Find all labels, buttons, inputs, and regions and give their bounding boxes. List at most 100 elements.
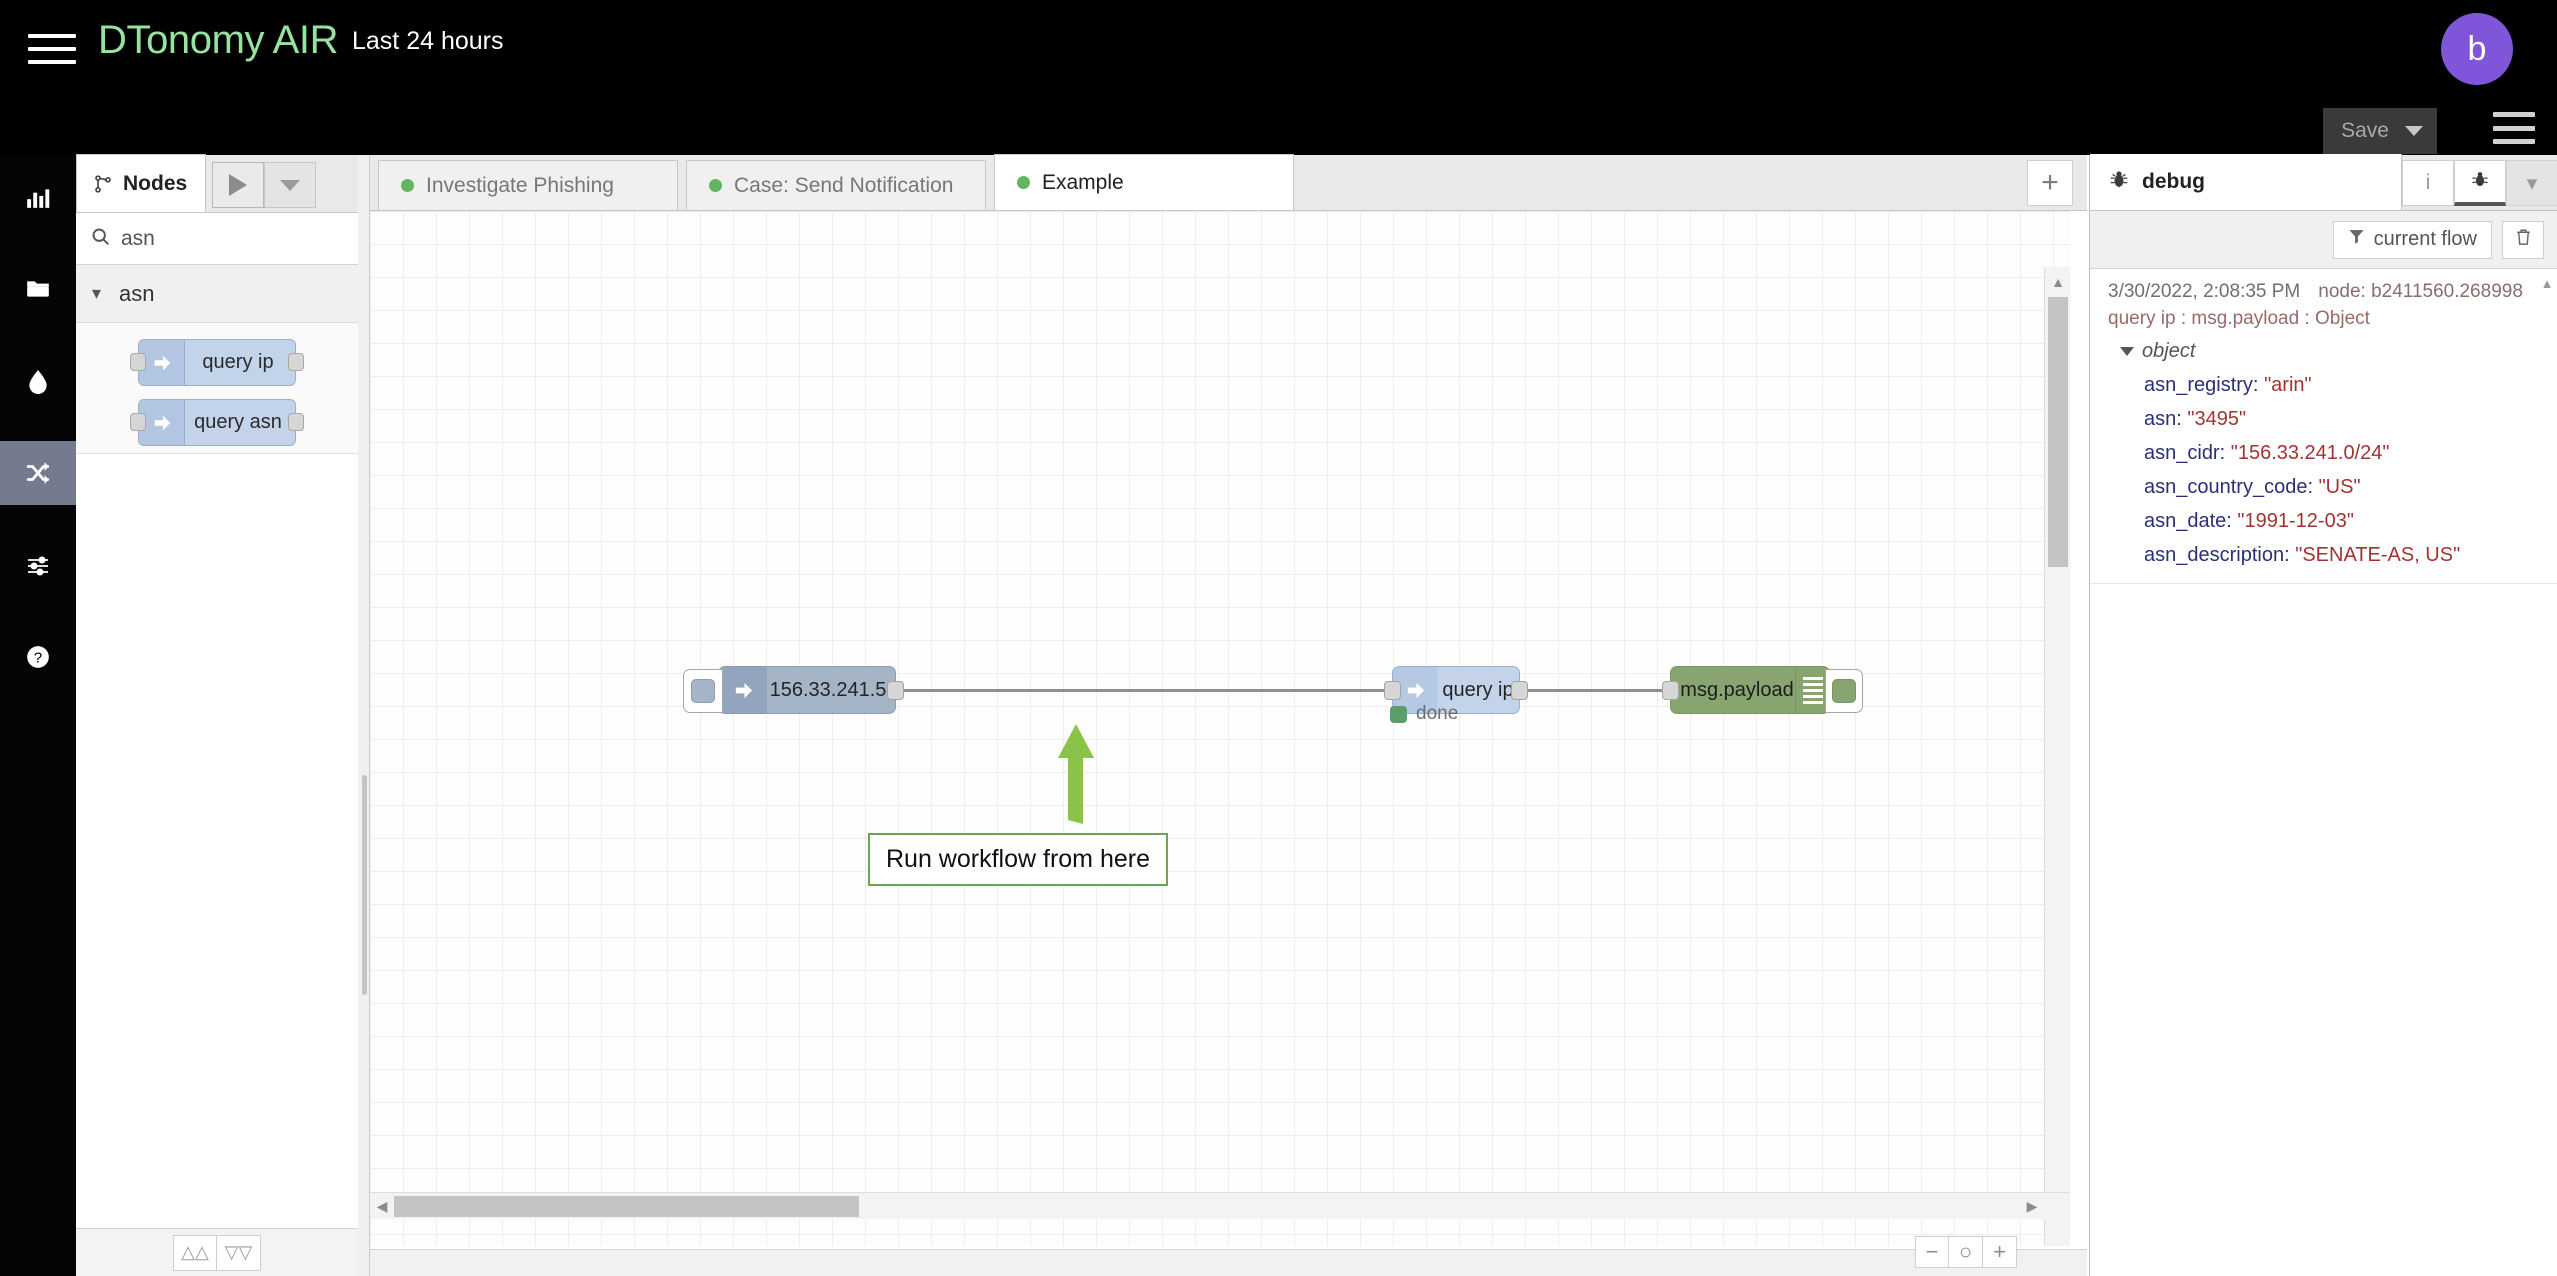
- debug-property-key: asn_registry:: [2144, 374, 2259, 396]
- palette-node-query-asn[interactable]: query asn: [130, 399, 304, 446]
- search-input[interactable]: [121, 226, 392, 251]
- shuffle-icon: [23, 460, 53, 486]
- debug-lines-icon: [1795, 667, 1829, 713]
- debug-property-key: asn_date:: [2144, 510, 2232, 532]
- node-input-port[interactable]: [1662, 681, 1679, 700]
- app-brand-title: DTonomy AIR: [98, 18, 339, 62]
- palette-category-asn[interactable]: ▾ asn: [76, 265, 358, 323]
- chevron-down-icon: [280, 179, 301, 191]
- debug-property: asn_registry: "arin": [2144, 374, 2540, 397]
- filter-current-flow-button[interactable]: current flow: [2332, 220, 2492, 259]
- palette-resize-handle[interactable]: [358, 155, 370, 1276]
- filter-label: current flow: [2373, 228, 2477, 250]
- tab-example[interactable]: Example: [994, 154, 1294, 210]
- sidebar-item-cases[interactable]: [0, 257, 76, 321]
- sidebar-item-insights[interactable]: [0, 349, 76, 413]
- status-dot-icon: [1017, 176, 1030, 189]
- sidebar-item-dashboard[interactable]: [0, 165, 76, 229]
- debug-property-value: "US": [2318, 476, 2361, 498]
- debug-timestamp: 3/30/2022, 2:08:35 PM: [2108, 281, 2301, 302]
- debug-message[interactable]: ▲ 3/30/2022, 2:08:35 PM node: b2411560.2…: [2090, 269, 2557, 584]
- user-avatar[interactable]: b: [2441, 13, 2513, 85]
- debug-property-key: asn_cidr:: [2144, 442, 2226, 464]
- scroll-left-icon[interactable]: ◀: [370, 1193, 394, 1220]
- tab-case-send-notification[interactable]: Case: Send Notification: [686, 160, 986, 210]
- flow-canvas[interactable]: 156.33.241.5 query ip done msg.payload R…: [370, 211, 2070, 1246]
- debug-node-id: node: b2411560.268998: [2318, 281, 2523, 302]
- scroll-right-icon[interactable]: ▶: [2020, 1193, 2044, 1220]
- sidebar-item-settings[interactable]: [0, 533, 76, 597]
- scroll-up-icon[interactable]: ▲: [2045, 269, 2070, 295]
- save-button-label: Save: [2341, 119, 2389, 142]
- node-output-port[interactable]: [887, 681, 904, 700]
- bug-icon: [2108, 168, 2130, 196]
- sidebar-info-button[interactable]: i: [2402, 160, 2454, 206]
- debug-toggle-icon[interactable]: [1825, 669, 1863, 713]
- deploy-options-button[interactable]: [264, 162, 317, 208]
- zoom-out-button[interactable]: −: [1915, 1236, 1949, 1268]
- search-icon: [90, 226, 111, 252]
- palette-search-row: ✕: [76, 213, 414, 265]
- zoom-reset-button[interactable]: ○: [1949, 1236, 1983, 1268]
- chevron-down-icon: ▾: [92, 283, 102, 303]
- scrollbar-thumb[interactable]: [394, 1196, 859, 1217]
- wire-queryip-to-debug: [1522, 689, 1672, 692]
- canvas-footer: − ○ +: [370, 1236, 2087, 1276]
- sidebar-item-help[interactable]: ?: [0, 625, 76, 689]
- flow-node-label: query ip: [1442, 678, 1514, 701]
- trash-icon: [2514, 227, 2533, 252]
- canvas-horizontal-scrollbar[interactable]: ◀ ▶: [370, 1192, 2070, 1219]
- tab-debug[interactable]: debug: [2090, 154, 2402, 210]
- debug-message-list[interactable]: ▲ 3/30/2022, 2:08:35 PM node: b2411560.2…: [2090, 269, 2557, 1276]
- time-range-label: Last 24 hours: [352, 27, 504, 55]
- zoom-in-button[interactable]: +: [1983, 1236, 2017, 1268]
- canvas-vertical-scrollbar[interactable]: ▲ ▼: [2044, 267, 2070, 1246]
- debug-topic: query ip : msg.payload : Object: [2108, 308, 2370, 329]
- sliders-icon: [24, 553, 52, 577]
- save-button[interactable]: Save: [2323, 108, 2437, 154]
- node-status-done: done: [1390, 703, 1458, 725]
- palette-footer: △△ ▽▽: [76, 1228, 358, 1276]
- chevron-down-icon: [2405, 126, 2423, 136]
- debug-property: asn_date: "1991-12-03": [2144, 510, 2540, 533]
- chevrons-up-icon[interactable]: △△: [173, 1234, 217, 1271]
- main-menu-icon[interactable]: [28, 30, 76, 68]
- wire-inject-to-queryip: [898, 689, 1394, 692]
- inject-button-icon[interactable]: [683, 669, 723, 713]
- plus-icon: +: [2041, 166, 2059, 199]
- sidebar-item-workflows[interactable]: [0, 441, 76, 505]
- debug-property-key: asn_description:: [2144, 544, 2290, 566]
- callout-run-workflow: Run workflow from here: [868, 833, 1168, 886]
- clear-debug-button[interactable]: [2502, 220, 2544, 259]
- chevron-down-icon: ▾: [2526, 171, 2538, 195]
- filter-icon: [2348, 228, 2365, 251]
- bug-icon: [2470, 169, 2490, 195]
- flow-node-label: msg.payload: [1680, 678, 1794, 701]
- debug-object-toggle[interactable]: object: [2120, 340, 2540, 363]
- resize-grip: [362, 775, 367, 995]
- node-output-port[interactable]: [1511, 681, 1528, 700]
- scrollbar-thumb[interactable]: [2048, 297, 2068, 567]
- debug-message-meta: 3/30/2022, 2:08:35 PM node: b2411560.268…: [2108, 281, 2540, 303]
- scroll-up-icon[interactable]: ▲: [2538, 273, 2556, 293]
- tab-investigate-phishing[interactable]: Investigate Phishing: [378, 160, 678, 210]
- droplet-icon: [25, 367, 51, 395]
- chevrons-down-icon[interactable]: ▽▽: [217, 1234, 261, 1271]
- debug-sidebar: debug i ▾ current flow ▲ 3/30/2022, 2:08…: [2089, 154, 2557, 1276]
- deploy-run-button[interactable]: [212, 162, 265, 208]
- editor-menu-icon[interactable]: [2493, 112, 2535, 144]
- palette-node-query-ip[interactable]: query ip: [130, 339, 304, 386]
- flow-node-inject[interactable]: 156.33.241.5: [683, 666, 904, 714]
- add-flow-tab-button[interactable]: +: [2027, 160, 2073, 206]
- tab-debug-label: debug: [2142, 170, 2205, 193]
- play-icon: [229, 174, 248, 196]
- palette-empty-area: [76, 453, 358, 1228]
- node-output-port: [288, 353, 304, 371]
- sidebar-menu-button[interactable]: ▾: [2506, 160, 2557, 206]
- zoom-controls: − ○ +: [1915, 1236, 2017, 1268]
- node-input-port[interactable]: [1384, 681, 1401, 700]
- status-dot-icon: [709, 179, 722, 192]
- tab-nodes[interactable]: Nodes: [76, 154, 207, 212]
- flow-node-debug[interactable]: msg.payload: [1662, 666, 1863, 714]
- sidebar-debug-button[interactable]: [2454, 160, 2506, 206]
